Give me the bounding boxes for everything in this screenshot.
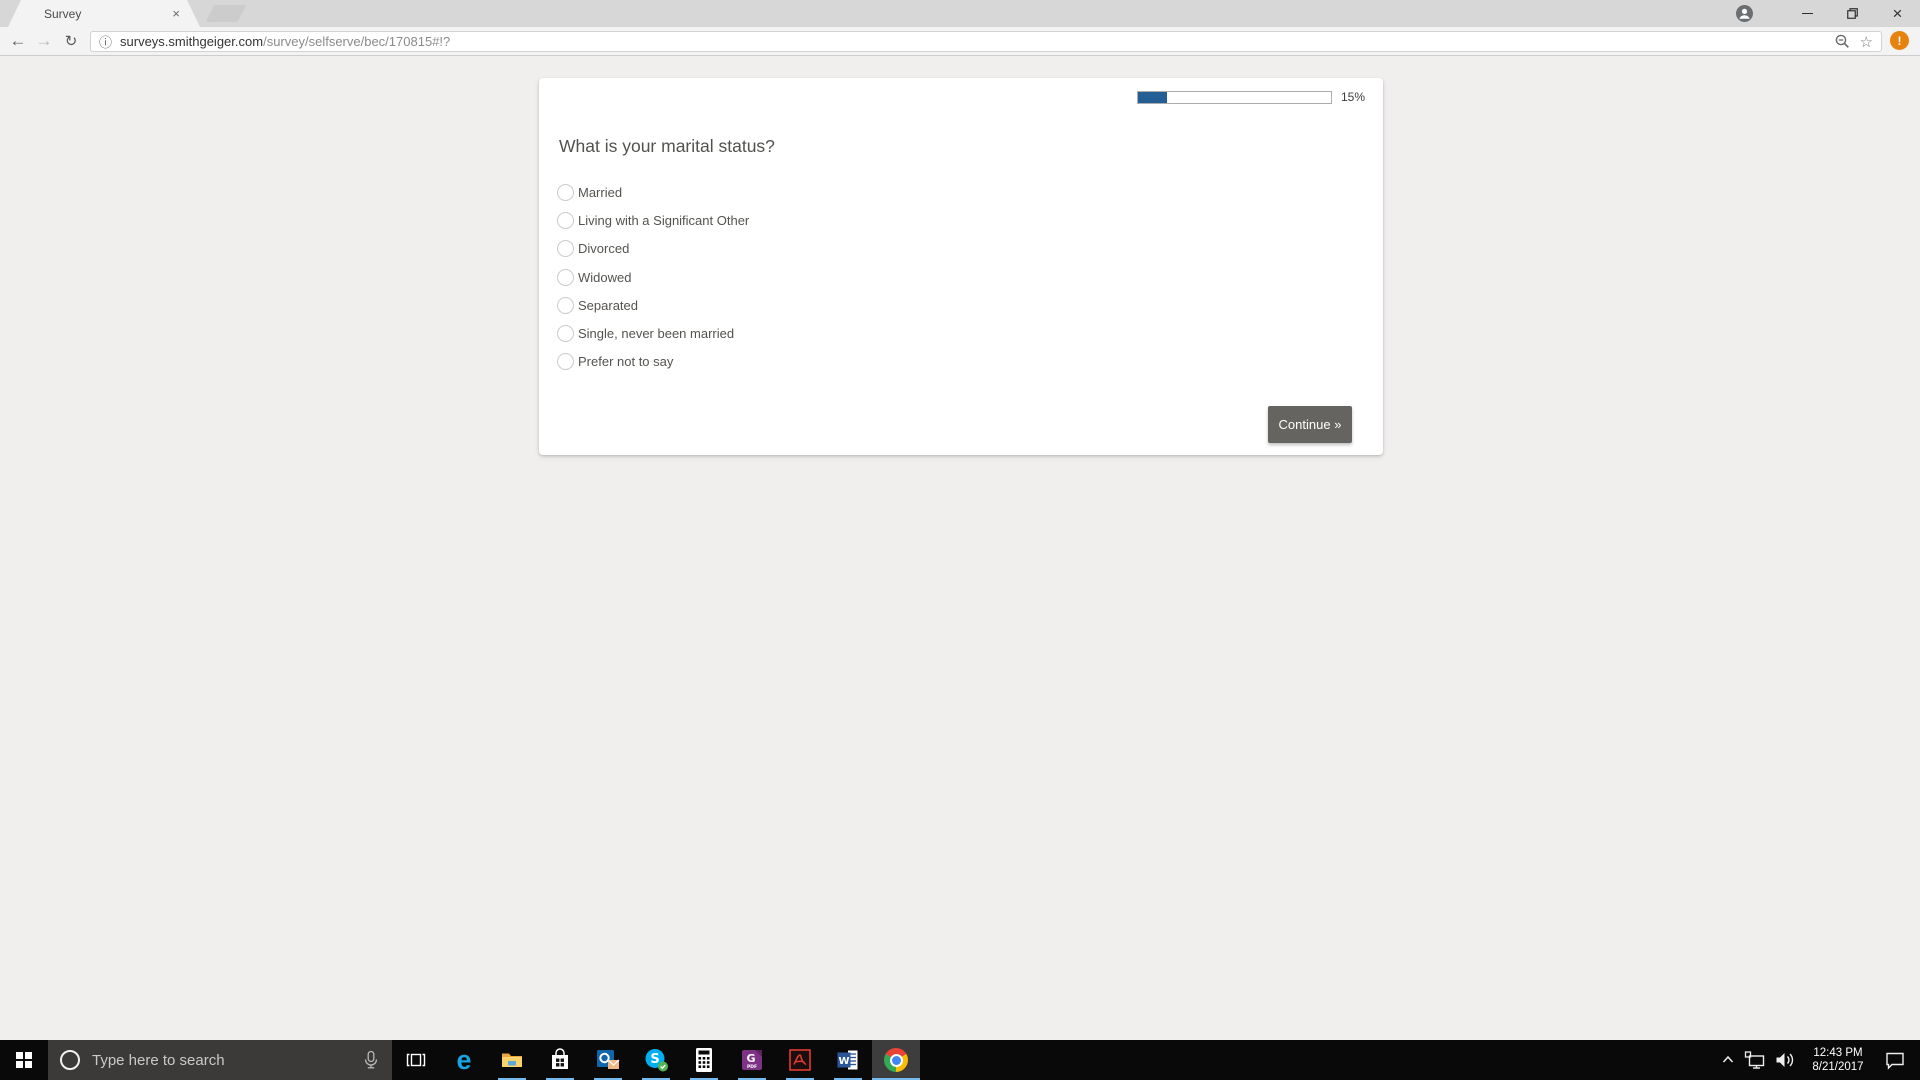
browser-tab-survey[interactable]: Survey × <box>8 0 200 27</box>
acrobat-reader-icon <box>788 1048 812 1072</box>
desktop-screen: Survey × × ← → ↻ <box>0 0 1920 1080</box>
survey-page: 15% What is your marital status? Married… <box>0 57 1920 1040</box>
radio-button[interactable] <box>557 240 574 257</box>
minimize-icon <box>1802 13 1813 15</box>
outlook-icon <box>595 1047 621 1073</box>
calculator-button[interactable] <box>680 1040 728 1080</box>
option-row-separated[interactable]: Separated <box>557 291 749 319</box>
window-controls: × <box>1736 0 1920 27</box>
word-icon: W <box>836 1048 860 1072</box>
omnibox-actions: ☆ <box>1835 33 1881 51</box>
calculator-icon <box>692 1047 716 1073</box>
svg-text:W: W <box>838 1056 849 1067</box>
svg-text:PDF: PDF <box>747 1064 757 1070</box>
browser-toolbar: ← → ↻ ⓘ surveys.smithgeiger.com/survey/s… <box>0 27 1920 56</box>
option-row-widowed[interactable]: Widowed <box>557 263 749 291</box>
option-row-single-never-married[interactable]: Single, never been married <box>557 319 749 347</box>
outlook-button[interactable] <box>584 1040 632 1080</box>
page-info-icon[interactable]: ⓘ <box>99 32 112 51</box>
restore-icon <box>1847 8 1858 19</box>
clock-time: 12:43 PM <box>1813 1047 1862 1059</box>
g-pdf-icon: G PDF <box>740 1048 764 1072</box>
radio-button[interactable] <box>557 297 574 314</box>
question-text: What is your marital status? <box>559 136 775 157</box>
skype-icon: S <box>643 1047 669 1073</box>
progress-percent-label: 15% <box>1341 90 1365 104</box>
tab-title: Survey <box>44 7 172 21</box>
acrobat-reader-button[interactable] <box>776 1040 824 1080</box>
new-tab-button[interactable] <box>206 5 247 22</box>
close-window-button[interactable]: × <box>1875 0 1920 27</box>
url-host: surveys.smithgeiger.com <box>120 34 263 49</box>
extension-warning-badge[interactable]: ! <box>1890 31 1909 50</box>
zoom-out-icon[interactable] <box>1835 34 1850 49</box>
task-view-button[interactable] <box>392 1040 440 1080</box>
word-button[interactable]: W <box>824 1040 872 1080</box>
option-label: Living with a Significant Other <box>578 213 749 228</box>
microsoft-store-button[interactable] <box>536 1040 584 1080</box>
cortana-icon <box>60 1050 80 1070</box>
option-label: Prefer not to say <box>578 354 673 369</box>
svg-text:G: G <box>746 1052 755 1065</box>
windows-taskbar: Type here to search e <box>0 1040 1920 1080</box>
progress-fill <box>1138 92 1167 103</box>
g-pdf-button[interactable]: G PDF <box>728 1040 776 1080</box>
start-button[interactable] <box>0 1040 48 1080</box>
option-label: Widowed <box>578 270 631 285</box>
clock-date: 8/21/2017 <box>1812 1061 1863 1073</box>
bookmark-star-icon[interactable]: ☆ <box>1860 33 1873 51</box>
search-placeholder-text: Type here to search <box>92 1052 225 1069</box>
option-label: Divorced <box>578 241 629 256</box>
progress-bar: 15% <box>1137 90 1365 104</box>
system-tray: 12:43 PM 8/21/2017 <box>1720 1040 1920 1080</box>
address-bar[interactable]: ⓘ surveys.smithgeiger.com/survey/selfser… <box>90 31 1882 52</box>
restore-button[interactable] <box>1830 0 1875 27</box>
option-row-prefer-not-to-say[interactable]: Prefer not to say <box>557 348 749 376</box>
edge-button[interactable]: e <box>440 1040 488 1080</box>
continue-button[interactable]: Continue » <box>1268 406 1352 443</box>
survey-card: 15% What is your marital status? Married… <box>539 78 1383 455</box>
chrome-button[interactable] <box>872 1040 920 1080</box>
url-text: surveys.smithgeiger.com/survey/selfserve… <box>120 34 450 49</box>
edge-icon: e <box>456 1047 471 1074</box>
radio-button[interactable] <box>557 353 574 370</box>
forward-button[interactable]: → <box>31 27 57 55</box>
task-view-icon <box>405 1049 427 1071</box>
file-explorer-icon <box>500 1048 524 1072</box>
taskbar-search-box[interactable]: Type here to search <box>48 1040 392 1080</box>
file-explorer-button[interactable] <box>488 1040 536 1080</box>
radio-button[interactable] <box>557 212 574 229</box>
radio-button[interactable] <box>557 184 574 201</box>
tray-chevron-up-icon[interactable] <box>1720 1052 1736 1068</box>
option-row-divorced[interactable]: Divorced <box>557 235 749 263</box>
progress-track <box>1137 91 1332 104</box>
skype-button[interactable]: S <box>632 1040 680 1080</box>
option-label: Single, never been married <box>578 326 734 341</box>
browser-titlebar: Survey × × <box>0 0 1920 27</box>
radio-button[interactable] <box>557 269 574 286</box>
option-row-married[interactable]: Married <box>557 178 749 206</box>
chrome-icon <box>884 1048 908 1072</box>
option-label: Separated <box>578 298 638 313</box>
option-row-living-with-significant-other[interactable]: Living with a Significant Other <box>557 206 749 234</box>
windows-logo-icon <box>16 1052 32 1068</box>
url-path: /survey/selfserve/bec/170815#!? <box>263 34 450 49</box>
action-center-icon[interactable] <box>1884 1050 1906 1070</box>
option-label: Married <box>578 185 622 200</box>
back-button[interactable]: ← <box>5 27 31 55</box>
reload-button[interactable]: ↻ <box>58 27 84 55</box>
taskbar-clock[interactable]: 12:43 PM 8/21/2017 <box>1808 1046 1868 1074</box>
options-list: Married Living with a Significant Other … <box>557 178 749 376</box>
minimize-button[interactable] <box>1785 0 1830 27</box>
microphone-icon[interactable] <box>362 1050 380 1070</box>
profile-avatar-icon[interactable] <box>1736 5 1753 22</box>
svg-text:S: S <box>650 1052 659 1067</box>
taskbar-app-icons: e <box>392 1040 920 1080</box>
volume-icon[interactable] <box>1774 1050 1796 1070</box>
tab-close-icon[interactable]: × <box>172 7 180 20</box>
microsoft-store-icon <box>548 1048 572 1072</box>
radio-button[interactable] <box>557 325 574 342</box>
network-icon[interactable] <box>1744 1050 1766 1070</box>
